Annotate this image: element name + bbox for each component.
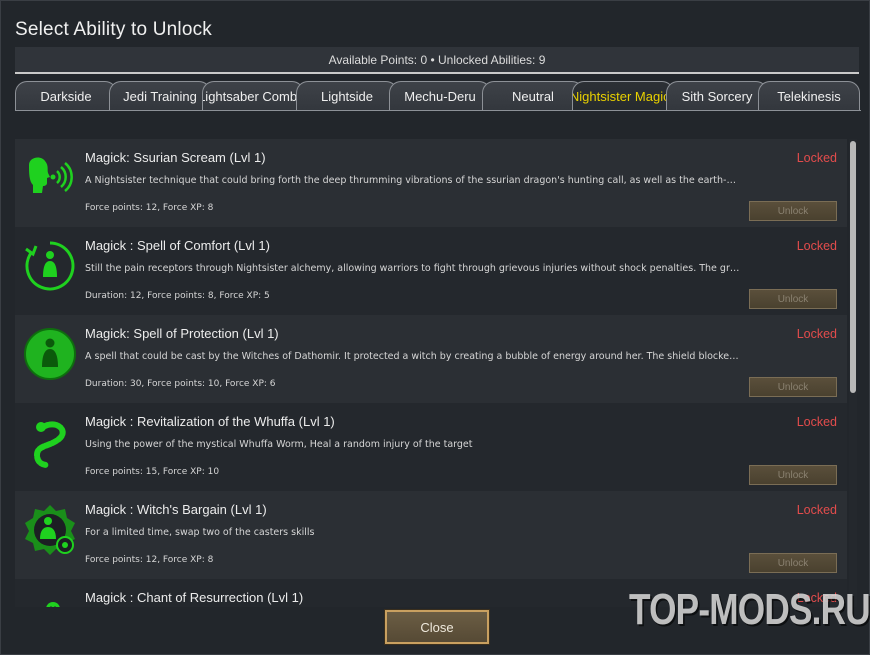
tab-label: Sith Sorcery bbox=[681, 88, 753, 104]
tab-nightsister-magick[interactable]: Nightsister Magick bbox=[572, 81, 674, 110]
tab-label: Lightside bbox=[320, 88, 374, 104]
protection-icon bbox=[24, 328, 76, 380]
worm-icon bbox=[33, 421, 66, 468]
tab-label: Lightsaber Combat bbox=[202, 88, 304, 104]
ability-status: Locked bbox=[796, 327, 837, 341]
unlock-button[interactable]: Unlock bbox=[749, 201, 837, 221]
tab-telekinesis[interactable]: Telekinesis bbox=[758, 81, 860, 110]
tab-label: Telekinesis bbox=[777, 88, 841, 104]
points-summary-text: Available Points: 0 • Unlocked Abilities… bbox=[328, 52, 546, 67]
ability-row-revitalization-whuffa: Magick : Revitalization of the Whuffa (L… bbox=[15, 403, 847, 491]
tabs-divider bbox=[15, 110, 861, 111]
close-button[interactable]: Close bbox=[385, 610, 489, 644]
ability-stats: Duration: 12, Force points: 8, Force XP:… bbox=[85, 291, 270, 301]
ability-stats: Force points: 12, Force XP: 8 bbox=[85, 203, 214, 213]
ability-row-spell-of-protection: Magick: Spell of Protection (Lvl 1) A sp… bbox=[15, 315, 847, 403]
tab-neutral[interactable]: Neutral bbox=[482, 81, 584, 110]
ability-description: Using the power of the mystical Whuffa W… bbox=[85, 439, 473, 450]
points-summary: Available Points: 0 • Unlocked Abilities… bbox=[15, 47, 859, 74]
tab-lightside[interactable]: Lightside bbox=[296, 81, 398, 110]
scream-icon bbox=[29, 157, 73, 193]
scrollbar-thumb[interactable] bbox=[850, 141, 856, 393]
ability-list[interactable]: Magick: Ssurian Scream (Lvl 1) A Nightsi… bbox=[15, 139, 847, 607]
ability-description: For a limited time, swap two of the cast… bbox=[85, 527, 315, 538]
list-scrollbar[interactable] bbox=[849, 139, 857, 607]
ability-stats: Force points: 15, Force XP: 10 bbox=[85, 467, 220, 477]
ability-title: Magick : Chant of Resurrection (Lvl 1) bbox=[85, 590, 304, 605]
ability-row-witchs-bargain: Magick : Witch's Bargain (Lvl 1) For a l… bbox=[15, 491, 847, 579]
tab-label: Mechu-Deru bbox=[404, 88, 476, 104]
ability-stats: Duration: 30, Force points: 10, Force XP… bbox=[85, 379, 276, 389]
tab-label: Jedi Training bbox=[123, 88, 197, 104]
tab-label: Neutral bbox=[512, 88, 554, 104]
ability-stats: Force points: 12, Force XP: 8 bbox=[85, 555, 214, 565]
ability-description: A Nightsister technique that could bring… bbox=[85, 175, 736, 186]
unlock-button[interactable]: Unlock bbox=[749, 377, 837, 397]
ability-status: Locked bbox=[796, 415, 837, 429]
ability-status: Locked bbox=[796, 151, 837, 165]
dialog-title: Select Ability to Unlock bbox=[15, 19, 212, 40]
unlock-button[interactable]: Unlock bbox=[749, 553, 837, 573]
unlock-button[interactable]: Unlock bbox=[749, 289, 837, 309]
ability-description: Still the pain receptors through Nightsi… bbox=[85, 263, 740, 274]
ability-title: Magick : Witch's Bargain (Lvl 1) bbox=[85, 502, 267, 517]
comfort-icon bbox=[25, 241, 75, 291]
category-tabs: Darkside Jedi Training Lightsaber Combat… bbox=[15, 81, 861, 111]
ability-row-ssurian-scream: Magick: Ssurian Scream (Lvl 1) A Nightsi… bbox=[15, 139, 847, 227]
ability-status: Locked bbox=[796, 503, 837, 517]
tab-darkside[interactable]: Darkside bbox=[15, 81, 117, 110]
ability-row-spell-of-comfort: Magick : Spell of Comfort (Lvl 1) Still … bbox=[15, 227, 847, 315]
ability-status: Locked bbox=[796, 239, 837, 253]
tab-label: Nightsister Magick bbox=[572, 88, 674, 104]
ability-dialog: Select Ability to Unlock Available Point… bbox=[0, 0, 870, 655]
tab-label: Darkside bbox=[40, 88, 92, 104]
tab-sith-sorcery[interactable]: Sith Sorcery bbox=[666, 81, 768, 110]
ability-title: Magick : Revitalization of the Whuffa (L… bbox=[85, 414, 335, 429]
tab-mechu-deru[interactable]: Mechu-Deru bbox=[389, 81, 491, 110]
resurrection-icon bbox=[46, 602, 60, 607]
ability-title: Magick: Ssurian Scream (Lvl 1) bbox=[85, 150, 266, 165]
tab-jedi-training[interactable]: Jedi Training bbox=[109, 81, 211, 110]
bargain-icon bbox=[25, 505, 75, 555]
ability-description: A spell that could be cast by the Witche… bbox=[85, 351, 739, 362]
unlock-button[interactable]: Unlock bbox=[749, 465, 837, 485]
ability-title: Magick : Spell of Comfort (Lvl 1) bbox=[85, 238, 270, 253]
tab-lightsaber-combat[interactable]: Lightsaber Combat bbox=[202, 81, 304, 110]
ability-title: Magick: Spell of Protection (Lvl 1) bbox=[85, 326, 279, 341]
watermark: TOP-MODS.RU bbox=[629, 585, 870, 634]
